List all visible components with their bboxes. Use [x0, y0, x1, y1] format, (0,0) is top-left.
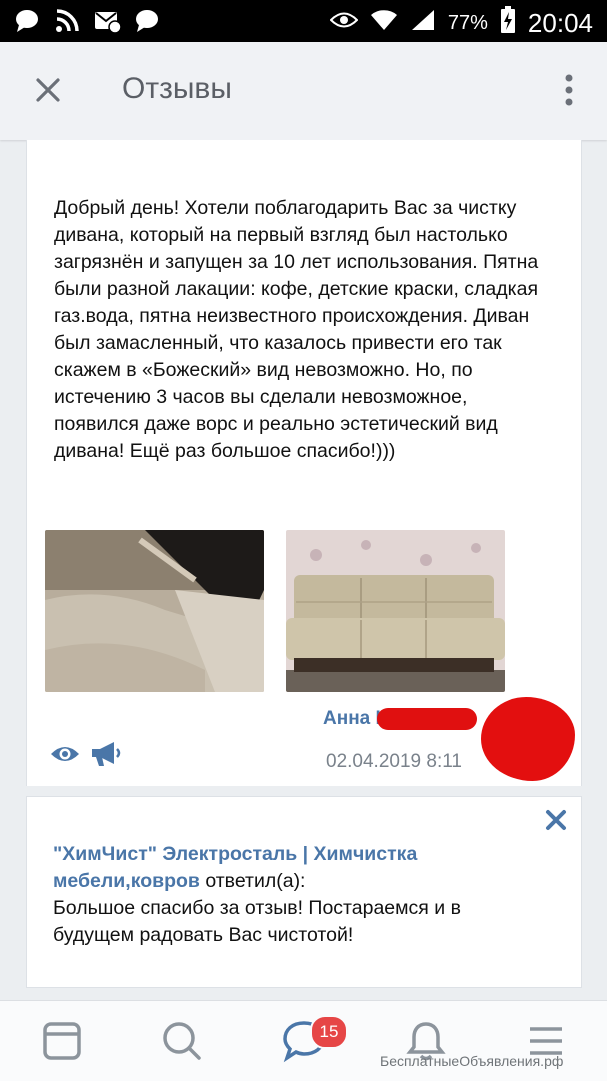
- review-photo-armrest[interactable]: [45, 530, 264, 692]
- megaphone-icon[interactable]: [90, 740, 122, 768]
- page-title: Отзывы: [122, 72, 232, 105]
- close-button[interactable]: [30, 72, 66, 108]
- system-icons: 77% 20:04: [329, 6, 593, 40]
- chat-bubble-icon: [134, 8, 160, 34]
- reply-text: Большое спасибо за отзыв! Постараемся и …: [53, 897, 461, 946]
- rss-icon: [54, 8, 80, 34]
- views-eye-icon[interactable]: [50, 742, 80, 766]
- notification-icons: [14, 8, 160, 34]
- reply-card: "ХимЧист" Электросталь | Химчистка мебел…: [26, 796, 582, 988]
- news-icon: [43, 1022, 81, 1060]
- vertical-dots-icon: [565, 74, 573, 106]
- replied-label: ответил(а):: [199, 870, 306, 892]
- signal-icon: [410, 8, 436, 38]
- close-icon: [546, 810, 566, 830]
- redaction-blob: [481, 697, 575, 781]
- nav-news[interactable]: [40, 1019, 84, 1063]
- chat-bubble-icon: [14, 8, 40, 34]
- more-options-button[interactable]: [552, 70, 586, 110]
- search-icon: [163, 1022, 201, 1060]
- clock: 20:04: [527, 7, 593, 38]
- battery-charging-icon: [500, 6, 516, 40]
- review-date: 02.04.2019 8:11: [326, 751, 462, 772]
- battery-percent: 77%: [447, 11, 488, 34]
- messages-badge: 15: [310, 1015, 348, 1049]
- mail-icon: [94, 8, 122, 34]
- nav-search[interactable]: [160, 1019, 204, 1063]
- status-bar: 77% 20:04: [0, 0, 607, 42]
- app-header: Отзывы: [0, 42, 607, 140]
- close-icon: [36, 78, 60, 102]
- reply-body: "ХимЧист" Электросталь | Химчистка мебел…: [53, 841, 533, 949]
- watermark: БесплатныеОбъявления.рф: [380, 1053, 564, 1069]
- review-card: Добрый день! Хотели поблагодарить Вас за…: [26, 140, 582, 786]
- eye-care-icon: [329, 10, 359, 36]
- review-photo-sofa[interactable]: [286, 530, 505, 692]
- review-text: Добрый день! Хотели поблагодарить Вас за…: [54, 197, 539, 462]
- redaction-mark: [377, 708, 477, 730]
- wifi-icon: [370, 8, 398, 38]
- delete-reply-button[interactable]: [545, 809, 567, 831]
